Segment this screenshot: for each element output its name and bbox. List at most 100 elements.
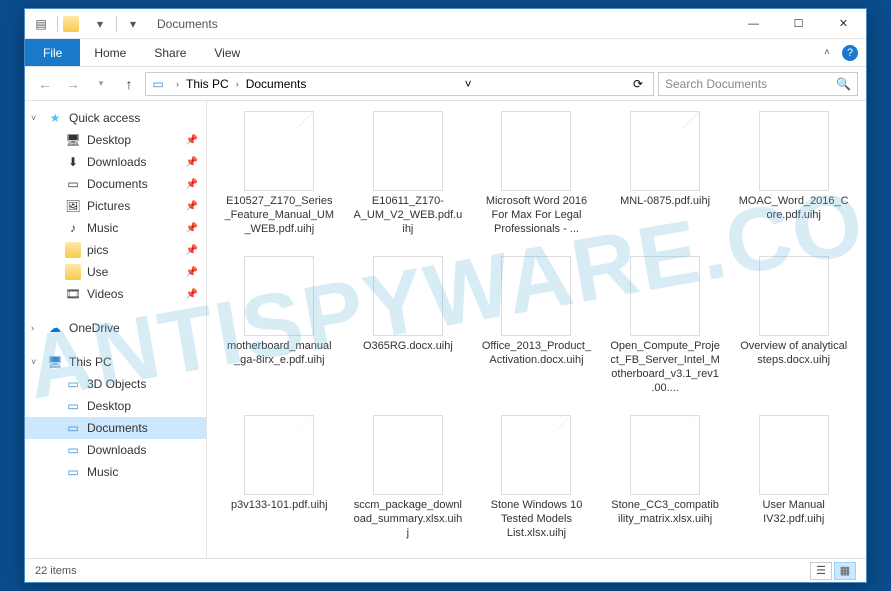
sidebar-quick-access[interactable]: ˅ ★ Quick access [25, 107, 206, 129]
sidebar-item-pics[interactable]: pics📌 [25, 239, 206, 261]
file-thumbnail [501, 256, 571, 336]
pin-icon: 📌 [186, 201, 198, 212]
sidebar-item-pictures[interactable]: 🖼 Pictures 📌 [25, 195, 206, 217]
sidebar-item-music[interactable]: ▭Music [25, 461, 206, 483]
ribbon-tabs: File Home Share View ˄ ? [25, 39, 866, 67]
tab-home[interactable]: Home [80, 39, 140, 66]
file-thumbnail [373, 256, 443, 336]
sidebar-item-desktop[interactable]: 🖥 Desktop 📌 [25, 129, 206, 151]
address-dropdown-icon[interactable]: ˅ [459, 77, 478, 91]
file-item[interactable]: Microsoft Word 2016 For Max For Legal Pr… [474, 105, 599, 242]
sidebar-item-label: Desktop [87, 133, 131, 147]
sidebar-item-label: Downloads [87, 443, 146, 457]
folder-icon [65, 264, 81, 280]
sidebar-item-downloads[interactable]: ▭Downloads [25, 439, 206, 461]
pin-icon: 📌 [186, 135, 198, 146]
explorer-window: ▤ ▾ ▾ Documents — ☐ ✕ File Home Share Vi… [24, 8, 867, 583]
file-name-label: O365RG.docx.uihj [363, 340, 453, 354]
sidebar-onedrive[interactable]: › ☁ OneDrive [25, 317, 206, 339]
file-thumbnail [244, 111, 314, 191]
refresh-icon[interactable]: ⟳ [627, 77, 649, 91]
file-thumbnail [501, 111, 571, 191]
breadcrumb-current[interactable]: Documents [243, 77, 310, 91]
desktop-icon: 🖥 [65, 132, 81, 148]
tab-share[interactable]: Share [140, 39, 200, 66]
chevron-right-icon[interactable]: › [31, 323, 34, 333]
file-item[interactable]: User Manual IV32.pdf.uihj [731, 409, 856, 546]
file-item[interactable]: O365RG.docx.uihj [346, 250, 471, 401]
breadcrumb[interactable]: ▭ › This PC › Documents ˅ ⟳ [145, 72, 654, 96]
help-icon[interactable]: ? [842, 45, 858, 61]
sidebar-item-documents[interactable]: ▭Documents [25, 417, 206, 439]
sidebar-item-label: Downloads [87, 155, 146, 169]
file-thumbnail [759, 415, 829, 495]
properties-icon[interactable]: ▤ [29, 12, 53, 36]
sidebar-item-desktop[interactable]: ▭Desktop [25, 395, 206, 417]
file-item[interactable]: MOAC_Word_2016_Core.pdf.uihj [731, 105, 856, 242]
file-item[interactable]: Stone Windows 10 Tested Models List.xlsx… [474, 409, 599, 546]
search-icon[interactable]: 🔍 [836, 77, 851, 91]
address-bar: ← → ▾ ↑ ▭ › This PC › Documents ˅ ⟳ 🔍 [25, 67, 866, 101]
pin-icon: 📌 [186, 157, 198, 168]
file-item[interactable]: MNL-0875.pdf.uihj [603, 105, 728, 242]
file-item[interactable]: E10611_Z170-A_UM_V2_WEB.pdf.uihj [346, 105, 471, 242]
file-name-label: sccm_package_download_summary.xlsx.uihj [353, 499, 463, 540]
breadcrumb-thispc[interactable]: This PC [183, 77, 232, 91]
search-input[interactable] [665, 77, 836, 91]
nav-forward-button[interactable]: → [61, 72, 85, 96]
sidebar-item-use[interactable]: Use📌 [25, 261, 206, 283]
chevron-right-icon[interactable]: › [234, 79, 241, 89]
file-name-label: E10527_Z170_Series_Feature_Manual_UM_WEB… [224, 195, 334, 236]
minimize-button[interactable]: — [731, 9, 776, 39]
sidebar-item-label: Documents [87, 421, 148, 435]
file-item[interactable]: Overview of analytical steps.docx.uihj [731, 250, 856, 401]
music-icon: ♪ [65, 220, 81, 236]
file-item[interactable]: sccm_package_download_summary.xlsx.uihj [346, 409, 471, 546]
sidebar-item-label: Use [87, 265, 108, 279]
sidebar-item-music[interactable]: ♪Music📌 [25, 217, 206, 239]
sidebar-item-documents[interactable]: ▭Documents📌 [25, 173, 206, 195]
sidebar-item-3d-objects[interactable]: ▭3D Objects [25, 373, 206, 395]
file-item[interactable]: Stone_CC3_compatibility_matrix.xlsx.uihj [603, 409, 728, 546]
nav-back-button[interactable]: ← [33, 72, 57, 96]
file-name-label: motherboard_manual_ga-8irx_e.pdf.uihj [224, 340, 334, 368]
close-button[interactable]: ✕ [821, 9, 866, 39]
nav-history-dropdown[interactable]: ▾ [89, 72, 113, 96]
qat-dropdown-icon[interactable]: ▾ [88, 12, 112, 36]
sidebar-item-label: OneDrive [69, 321, 120, 335]
tab-view[interactable]: View [200, 39, 254, 66]
sidebar-item-downloads[interactable]: ⬇Downloads📌 [25, 151, 206, 173]
tab-file[interactable]: File [25, 39, 80, 66]
search-box[interactable]: 🔍 [658, 72, 858, 96]
nav-up-button[interactable]: ↑ [117, 72, 141, 96]
file-item[interactable]: E10527_Z170_Series_Feature_Manual_UM_WEB… [217, 105, 342, 242]
star-icon: ★ [47, 110, 63, 126]
chevron-down-icon[interactable]: ˅ [31, 113, 36, 123]
sidebar-item-label: Quick access [69, 111, 140, 125]
pictures-icon: 🖼 [65, 198, 81, 214]
chevron-right-icon[interactable]: › [174, 79, 181, 89]
qat-customize-icon[interactable]: ▾ [121, 12, 145, 36]
pin-icon: 📌 [186, 223, 198, 234]
file-name-label: MOAC_Word_2016_Core.pdf.uihj [739, 195, 849, 223]
file-thumbnail [373, 415, 443, 495]
sidebar-item-label: Pictures [87, 199, 130, 213]
file-item[interactable]: Office_2013_Product_Activation.docx.uihj [474, 250, 599, 401]
file-item[interactable]: p3v133-101.pdf.uihj [217, 409, 342, 546]
chevron-down-icon[interactable]: ˅ [31, 357, 36, 367]
folder-icon[interactable] [62, 12, 86, 36]
sidebar-item-videos[interactable]: 🎞Videos📌 [25, 283, 206, 305]
sidebar-this-pc[interactable]: ˅ 🖥 This PC [25, 351, 206, 373]
file-thumbnail [630, 256, 700, 336]
view-icons-button[interactable]: ▦ [834, 562, 856, 580]
file-item[interactable]: Open_Compute_Project_FB_Server_Intel_Mot… [603, 250, 728, 401]
file-thumbnail [630, 111, 700, 191]
status-bar: 22 items ☰ ▦ [25, 558, 866, 582]
ribbon-collapse-icon[interactable]: ˄ [820, 43, 834, 62]
body: ˅ ★ Quick access 🖥Desktop📌⬇Downloads📌▭Do… [25, 101, 866, 558]
view-details-button[interactable]: ☰ [810, 562, 832, 580]
location-icon: ▭ [150, 76, 166, 92]
maximize-button[interactable]: ☐ [776, 9, 821, 39]
file-item[interactable]: motherboard_manual_ga-8irx_e.pdf.uihj [217, 250, 342, 401]
folder-icon: ▭ [65, 376, 81, 392]
